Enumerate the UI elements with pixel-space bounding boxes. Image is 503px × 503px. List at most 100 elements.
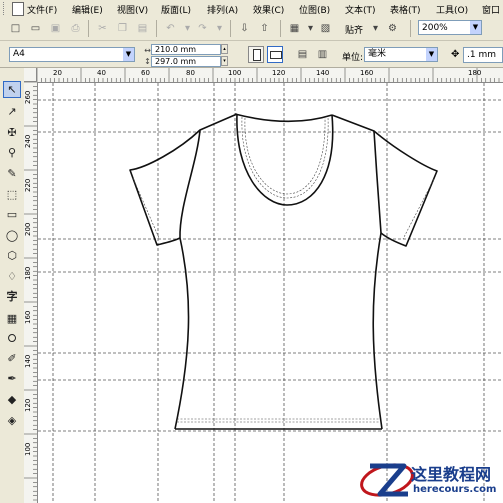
undo-icon[interactable]: ↶ [163, 21, 178, 36]
copy-icon[interactable]: ❐ [115, 21, 130, 36]
menu-text[interactable]: 文本(T) [345, 3, 376, 16]
menu-view[interactable]: 视图(V) [117, 3, 148, 16]
ruler-label: 80 [186, 69, 195, 77]
menu-effects[interactable]: 效果(C) [253, 3, 284, 16]
interactive-fill-tool-icon[interactable]: ◈ [3, 412, 21, 429]
right-armhole [373, 130, 382, 234]
interactive-blend-tool-icon[interactable]: ⭘ [3, 330, 21, 347]
all-pages-icon[interactable]: ▤ [295, 47, 310, 62]
text-tool-icon[interactable]: 字 [3, 287, 21, 304]
chevron-down-icon[interactable]: ▼ [123, 48, 134, 61]
cut-icon[interactable]: ✂ [95, 21, 110, 36]
launcher-dropdown-icon[interactable]: ▾ [303, 21, 318, 36]
ruler-label: 200 [24, 222, 32, 236]
landscape-button[interactable] [267, 46, 283, 63]
smart-fill-tool-icon[interactable]: ⬚ [3, 186, 21, 203]
ruler-label: 100 [24, 442, 32, 456]
chevron-down-icon[interactable]: ▼ [470, 21, 481, 34]
width-spinner-icon[interactable]: ▴ [221, 44, 228, 54]
snap-to-button[interactable]: 贴齐 [345, 23, 363, 36]
rectangle-tool-icon[interactable]: ▭ [3, 206, 21, 223]
paste-icon[interactable]: ▤ [135, 21, 150, 36]
ruler-label: 140 [24, 354, 32, 368]
export-icon[interactable]: ⇧ [257, 21, 272, 36]
fill-tool-icon[interactable]: ◆ [3, 391, 21, 408]
toolbox: ↖ ↗ ✠ ⚲ ✎ ⬚ ▭ ◯ ⬡ ♢ 字 ▦ ⭘ ✐ ✒ ◆ ◈ [0, 68, 25, 503]
menu-tools[interactable]: 工具(O) [436, 3, 468, 16]
toolbar-separator [156, 20, 157, 37]
page-width-value: 210.0 mm [155, 45, 197, 54]
application-launcher-icon[interactable]: ▦ [287, 21, 302, 36]
pick-tool-icon[interactable]: ↖ [3, 81, 21, 98]
welcome-screen-icon[interactable]: ▧ [318, 21, 333, 36]
ruler-label: 180 [468, 69, 482, 77]
right-side-seam [372, 232, 383, 430]
open-folder-icon[interactable]: ▭ [28, 21, 43, 36]
horizontal-ruler[interactable]: 20 40 60 80 100 120 140 160 180 [37, 68, 503, 83]
menu-table[interactable]: 表格(T) [390, 3, 421, 16]
menu-layout[interactable]: 版面(L) [161, 3, 191, 16]
units-label: 单位: [342, 53, 364, 63]
table-tool-icon[interactable]: ▦ [3, 310, 21, 327]
ruler-label: 140 [316, 69, 330, 77]
document-icon [12, 2, 24, 16]
zoom-level-select[interactable]: 200% ▼ [418, 20, 482, 35]
menu-edit[interactable]: 编辑(E) [72, 3, 103, 16]
paper-size-select[interactable]: A4 ▼ [9, 47, 135, 62]
units-value: 毫米 [368, 49, 387, 59]
menu-arrange[interactable]: 排列(A) [207, 3, 238, 16]
page-height-value: 297.0 mm [155, 57, 197, 66]
ruler-label: 160 [24, 310, 32, 324]
portrait-button[interactable] [248, 46, 264, 63]
page-width-field[interactable]: 210.0 mm [151, 44, 221, 55]
crop-tool-icon[interactable]: ✠ [3, 124, 21, 141]
right-sleeve [331, 114, 438, 247]
ruler-label: 120 [272, 69, 286, 77]
ruler-label: 120 [24, 398, 32, 412]
ruler-label: 240 [24, 134, 32, 148]
options-icon[interactable]: ⚙ [385, 21, 400, 36]
nudge-distance-value: .1 mm [467, 50, 496, 60]
shape-tool-icon[interactable]: ↗ [3, 103, 21, 120]
t-shirt-outline[interactable] [129, 113, 438, 430]
drawing-canvas[interactable] [38, 83, 503, 503]
redo-dropdown-icon[interactable]: ▾ [212, 21, 227, 36]
ruler-origin[interactable] [24, 68, 37, 82]
import-icon[interactable]: ⇩ [237, 21, 252, 36]
eyedropper-tool-icon[interactable]: ✐ [3, 350, 21, 367]
ruler-label: 260 [24, 90, 32, 104]
zoom-tool-icon[interactable]: ⚲ [3, 144, 21, 161]
new-document-icon[interactable]: □ [8, 21, 23, 36]
basic-shapes-tool-icon[interactable]: ♢ [3, 268, 21, 285]
nudge-distance-icon: ✥ [451, 49, 460, 60]
page-height-field[interactable]: 297.0 mm [151, 56, 221, 67]
save-icon[interactable]: ▣ [48, 21, 63, 36]
left-armhole [179, 129, 201, 239]
redo-icon[interactable]: ↷ [195, 21, 210, 36]
print-icon[interactable]: ⎙ [68, 21, 83, 36]
horizontal-ruler-ticks [37, 68, 500, 82]
polygon-tool-icon[interactable]: ⬡ [3, 247, 21, 264]
ellipse-tool-icon[interactable]: ◯ [3, 227, 21, 244]
chevron-down-icon[interactable]: ▼ [426, 48, 437, 61]
vertical-ruler[interactable]: 260 240 220 200 180 160 140 120 100 [24, 82, 38, 503]
outline-tool-icon[interactable]: ✒ [3, 370, 21, 387]
freehand-tool-icon[interactable]: ✎ [3, 165, 21, 182]
toolbar-separator [410, 20, 411, 37]
ruler-label: 160 [360, 69, 374, 77]
menu-bitmaps[interactable]: 位图(B) [299, 3, 330, 16]
snap-dropdown-icon[interactable]: ▾ [368, 21, 383, 36]
undo-dropdown-icon[interactable]: ▾ [180, 21, 195, 36]
current-page-icon[interactable]: ▥ [315, 47, 330, 62]
menu-file[interactable]: 文件(F) [27, 3, 57, 16]
menu-window[interactable]: 窗口 [482, 3, 500, 16]
nudge-distance-field[interactable]: .1 mm [463, 47, 503, 63]
height-spinner-icon[interactable]: ▾ [221, 56, 228, 66]
units-select[interactable]: 毫米 ▼ [364, 47, 438, 62]
front-neckline [236, 113, 334, 206]
ruler-label: 220 [24, 178, 32, 192]
ruler-label: 100 [228, 69, 242, 77]
left-side-seam [174, 237, 190, 430]
portrait-icon [253, 49, 261, 61]
left-sleeve [129, 113, 238, 246]
